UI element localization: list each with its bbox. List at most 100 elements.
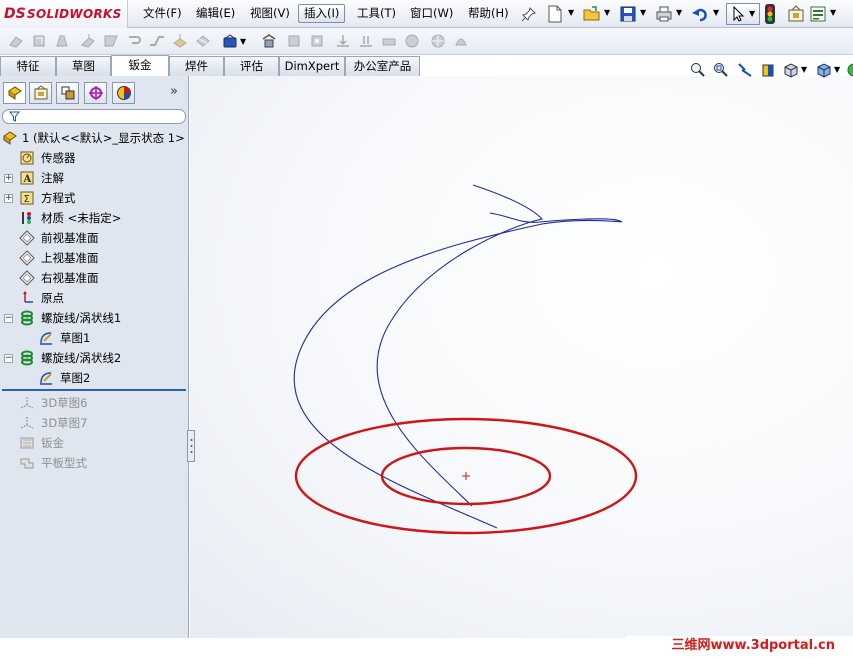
model-view[interactable]	[190, 76, 853, 638]
tree-item-origin[interactable]: 原点	[0, 288, 186, 308]
save-icon[interactable]	[618, 4, 638, 24]
no-bends-icon[interactable]	[335, 33, 351, 49]
section-view-icon[interactable]	[760, 62, 776, 78]
tree-item-sheet-metal[interactable]: 钣金	[0, 433, 186, 453]
properties-dropdown-icon[interactable]: ▼	[830, 8, 836, 17]
rollback-bar[interactable]	[2, 389, 186, 391]
tree-item-helix-1[interactable]: − 螺旋线/涡状线1	[0, 308, 186, 328]
undo-icon[interactable]	[690, 4, 710, 24]
closed-corner-dropdown-icon[interactable]: ▼	[240, 37, 246, 46]
tree-item-front-plane[interactable]: 前视基准面	[0, 228, 186, 248]
unfold-icon[interactable]	[261, 33, 277, 49]
display-style-icon[interactable]	[816, 62, 832, 78]
tree-root-part[interactable]: 1 (默认<<默认>_显示状态 1>	[2, 128, 188, 148]
tab-office-products[interactable]: 办公室产品	[345, 56, 420, 76]
tree-item-sketch-1[interactable]: 草图1	[0, 328, 186, 348]
plane-icon	[19, 230, 35, 246]
select-button[interactable]: ▼	[726, 3, 760, 25]
lofted-bend-icon[interactable]	[54, 33, 70, 49]
tab-evaluate[interactable]: 评估	[224, 56, 279, 76]
tree-item-flat-pattern[interactable]: 平板型式	[0, 453, 186, 473]
tab-weldments[interactable]: 焊件	[169, 56, 224, 76]
menu-view[interactable]: 视图(V)	[245, 4, 295, 23]
tree-item-annotations[interactable]: + A 注解	[0, 168, 186, 188]
menu-insert[interactable]: 插入(I)	[298, 4, 346, 23]
expand-plus-icon[interactable]: +	[4, 174, 13, 183]
tree-item-helix-2[interactable]: − 螺旋线/涡状线2	[0, 348, 186, 368]
sheet-metal-gusset-icon[interactable]	[404, 33, 420, 49]
collapse-minus-icon[interactable]: −	[4, 354, 13, 363]
helix-curve-1	[293, 212, 623, 529]
zoom-to-area-icon[interactable]	[713, 62, 729, 78]
menu-help[interactable]: 帮助(H)	[463, 4, 514, 23]
tab-dimxpert[interactable]: DimXpert	[279, 56, 345, 76]
new-dropdown-icon[interactable]: ▼	[568, 8, 574, 17]
print-icon[interactable]	[654, 4, 674, 24]
plane-icon	[19, 250, 35, 266]
tab-sketch[interactable]: 草图	[56, 56, 111, 76]
print-dropdown-icon[interactable]: ▼	[676, 8, 682, 17]
tree-item-3dsketch-6[interactable]: 3D草图6	[0, 393, 186, 413]
tree-item-top-plane[interactable]: 上视基准面	[0, 248, 186, 268]
tab-sheet-metal[interactable]: 钣金	[111, 55, 169, 76]
expand-plus-icon[interactable]: +	[4, 194, 13, 203]
display-manager-tab[interactable]	[112, 82, 135, 104]
tree-item-right-plane[interactable]: 右视基准面	[0, 268, 186, 288]
sketched-bend-icon[interactable]	[172, 33, 188, 49]
fold-icon[interactable]	[286, 33, 302, 49]
solidworks-logo[interactable]: DS SOLIDWORKS	[0, 0, 128, 28]
menu-edit[interactable]: 编辑(E)	[191, 4, 240, 23]
jog-icon[interactable]	[149, 33, 165, 49]
hide-show-items-icon[interactable]	[846, 62, 853, 78]
pin-icon[interactable]	[521, 6, 537, 22]
tree-item-sketch-2[interactable]: 草图2	[0, 368, 186, 388]
vent-icon[interactable]	[430, 33, 446, 49]
open-dropdown-icon[interactable]: ▼	[604, 8, 610, 17]
graphics-area[interactable]	[190, 76, 853, 638]
panel-splitter-handle[interactable]	[187, 430, 195, 462]
logo-ds-mark: DS	[4, 6, 26, 22]
open-folder-icon[interactable]	[582, 4, 602, 24]
save-dropdown-icon[interactable]: ▼	[640, 8, 646, 17]
dimxpert-manager-tab[interactable]	[84, 82, 107, 104]
undo-dropdown-icon[interactable]: ▼	[713, 8, 719, 17]
closed-corner-icon[interactable]	[222, 33, 238, 49]
properties-icon[interactable]	[808, 4, 828, 24]
display-style-dropdown-icon[interactable]: ▼	[834, 65, 840, 74]
menu-window[interactable]: 窗口(W)	[405, 4, 458, 23]
feature-tree-filter[interactable]	[2, 109, 186, 124]
view-orientation-icon[interactable]	[783, 62, 799, 78]
options-icon[interactable]	[786, 4, 806, 24]
menu-tools[interactable]: 工具(T)	[352, 4, 401, 23]
convert-to-sheet-metal-icon[interactable]	[31, 33, 47, 49]
cross-break-icon[interactable]	[195, 33, 211, 49]
hem-icon[interactable]	[126, 33, 142, 49]
new-document-icon[interactable]	[545, 4, 565, 24]
view-orientation-dropdown-icon[interactable]: ▼	[801, 65, 807, 74]
previous-view-icon[interactable]	[737, 62, 753, 78]
edge-flange-icon[interactable]	[80, 33, 96, 49]
forming-tool-icon[interactable]	[453, 33, 469, 49]
tree-item-label: 螺旋线/涡状线2	[41, 351, 122, 365]
tree-item-label: 上视基准面	[41, 251, 99, 265]
insert-bends-icon[interactable]	[358, 33, 374, 49]
display-manager-icon	[117, 86, 131, 100]
tree-item-sensors[interactable]: 传感器	[0, 148, 186, 168]
menu-file[interactable]: 文件(F)	[138, 4, 187, 23]
tab-features[interactable]: 特征	[0, 56, 56, 76]
feature-tree-icon	[8, 86, 22, 100]
tree-item-equations[interactable]: + Σ 方程式	[0, 188, 186, 208]
rebuild-traffic-light-icon[interactable]	[764, 3, 776, 25]
collapse-minus-icon[interactable]: −	[4, 314, 13, 323]
tree-item-3dsketch-7[interactable]: 3D草图7	[0, 413, 186, 433]
configuration-manager-tab[interactable]	[56, 82, 79, 104]
tree-item-material[interactable]: 材质 <未指定>	[0, 208, 186, 228]
zoom-to-fit-icon[interactable]	[690, 62, 706, 78]
rip-icon[interactable]	[381, 33, 397, 49]
panel-expand-chevron[interactable]: »	[170, 84, 178, 99]
property-manager-tab[interactable]	[29, 82, 52, 104]
feature-manager-tab[interactable]	[3, 82, 26, 104]
base-flange-icon[interactable]	[8, 33, 24, 49]
miter-flange-icon[interactable]	[103, 33, 119, 49]
flatten-icon[interactable]	[309, 33, 325, 49]
